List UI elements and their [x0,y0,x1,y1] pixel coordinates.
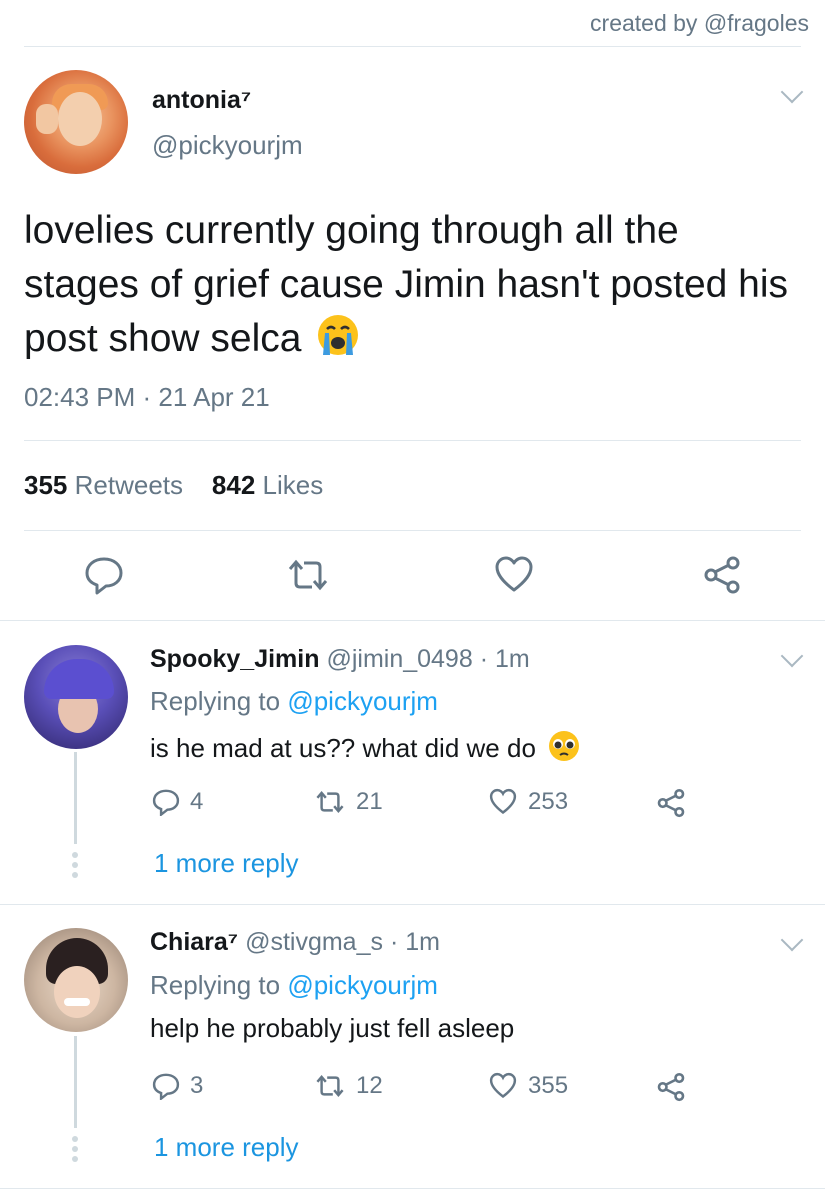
replying-to: Replying to @pickyourjm [150,686,438,716]
reply-action[interactable]: 4 [152,788,203,816]
reply-time[interactable]: · 1m [480,645,530,673]
divider [24,46,801,47]
more-replies-link[interactable]: 1 more reply [154,848,299,879]
divider [0,904,825,905]
avatar[interactable] [24,928,128,1032]
retweet-action[interactable]: 21 [314,788,383,816]
author-handle[interactable]: @jimin_0498 [326,645,472,673]
chevron-down-icon[interactable] [780,928,804,952]
retweet-icon[interactable] [288,555,328,595]
mention-link[interactable]: @pickyourjm [287,686,438,716]
author-handle[interactable]: @stivgma_s [245,928,383,956]
reply-time[interactable]: · 1m [390,928,440,956]
author-name[interactable]: antonia⁷ [152,86,251,115]
reply-header: Spooky_Jimin @jimin_0498 · 1m [150,645,530,674]
tweet-timestamp[interactable]: 02:43 PM · 21 Apr 21 [24,382,270,413]
reply-action[interactable]: 3 [152,1072,203,1100]
share-action[interactable] [656,1072,696,1102]
reply-text: help he probably just fell asleep [150,1013,515,1043]
thread-dots [71,852,80,882]
retweet-icon [316,791,344,813]
chevron-down-icon[interactable] [780,80,804,104]
like-action[interactable]: 253 [488,788,568,816]
retweets-stat[interactable]: 355 Retweets [24,470,183,500]
author-name[interactable]: Chiara⁷ [150,928,238,956]
thread-dots [71,1136,80,1166]
avatar[interactable] [24,70,128,174]
author-handle[interactable]: @pickyourjm [152,130,303,161]
thread-line [74,752,77,844]
reply-text: is he mad at us?? what did we do [150,729,581,764]
pleading-face-emoji-icon [549,731,580,761]
likes-stat[interactable]: 842 Likes [212,470,323,500]
reply-header: Chiara⁷ @stivgma_s · 1m [150,928,440,957]
tweet-stats: 355 Retweets 842 Likes [24,470,323,501]
more-replies-link[interactable]: 1 more reply [154,1132,299,1163]
author-name[interactable]: Spooky_Jimin [150,645,320,673]
chevron-down-icon[interactable] [780,644,804,668]
tweet-text: lovelies currently going through all the… [24,204,794,366]
share-icon[interactable] [702,555,742,595]
share-icon [657,788,685,818]
retweet-icon [316,1075,344,1097]
divider [0,1188,825,1189]
heart-icon [489,1072,517,1099]
replying-to: Replying to @pickyourjm [150,970,438,1000]
divider [24,440,801,441]
divider [0,620,825,621]
creator-credit: created by @fragoles [590,10,809,36]
share-icon [657,1072,685,1102]
mention-link[interactable]: @pickyourjm [287,970,438,1000]
reply-icon[interactable] [84,555,124,595]
retweet-action[interactable]: 12 [314,1072,383,1100]
heart-icon [489,788,517,815]
reply-icon [152,789,180,816]
heart-icon[interactable] [494,555,534,595]
thread-line [74,1036,77,1128]
like-action[interactable]: 355 [488,1072,568,1100]
avatar[interactable] [24,645,128,749]
tweet-body: lovelies currently going through all the… [24,209,789,360]
reply-icon [152,1073,180,1100]
crying-face-emoji-icon [318,315,359,355]
share-action[interactable] [656,788,696,818]
divider [24,530,801,531]
